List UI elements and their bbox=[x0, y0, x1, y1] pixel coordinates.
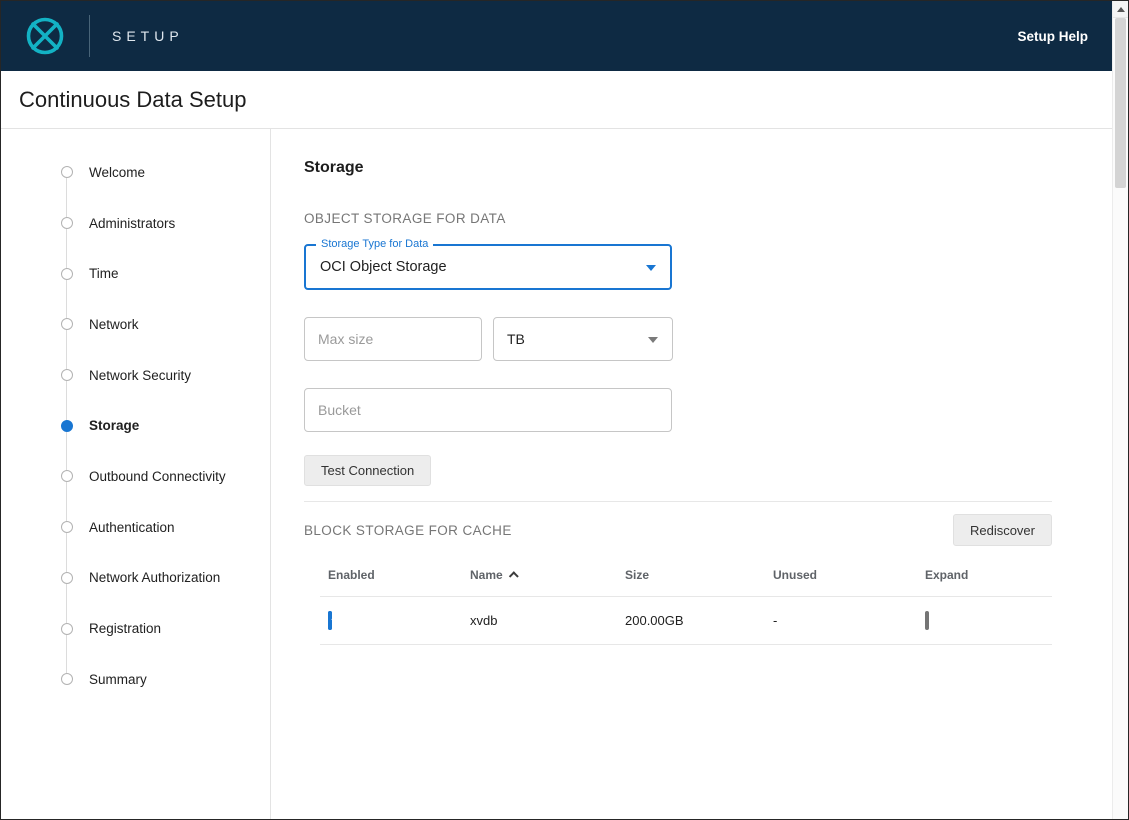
step-dot-icon bbox=[61, 673, 73, 686]
app-window: SETUP Setup Help Continuous Data Setup W… bbox=[0, 0, 1129, 820]
size-unit-value: TB bbox=[507, 331, 525, 347]
topbar-divider bbox=[89, 15, 90, 57]
step-label: Summary bbox=[89, 671, 147, 687]
chevron-down-icon bbox=[648, 337, 658, 343]
max-size-input[interactable] bbox=[304, 317, 482, 361]
step-dot-icon bbox=[61, 369, 73, 382]
chevron-down-icon bbox=[646, 265, 656, 271]
stepper-item-network-security[interactable]: Network Security bbox=[1, 350, 270, 401]
step-label: Network Authorization bbox=[89, 570, 221, 586]
step-label: Registration bbox=[89, 621, 162, 637]
test-connection-button[interactable]: Test Connection bbox=[304, 455, 432, 486]
step-label: Authentication bbox=[89, 519, 175, 535]
rediscover-button[interactable]: Rediscover bbox=[952, 514, 1052, 546]
cell-unused: - bbox=[773, 596, 925, 645]
step-dot-icon bbox=[61, 166, 73, 179]
table-row: xvdb 200.00GB - bbox=[320, 596, 1052, 645]
setup-help-link[interactable]: Setup Help bbox=[1017, 29, 1088, 44]
panel-title: Storage bbox=[304, 159, 364, 176]
step-label: Welcome bbox=[89, 164, 146, 180]
storage-type-value: OCI Object Storage bbox=[320, 259, 447, 275]
stepper-item-welcome[interactable]: Welcome bbox=[1, 147, 270, 198]
step-dot-icon bbox=[61, 571, 73, 584]
column-header-size[interactable]: Size bbox=[625, 558, 773, 597]
vertical-scrollbar[interactable] bbox=[1112, 1, 1128, 819]
step-dot-icon bbox=[61, 267, 73, 280]
storage-panel: Storage OBJECT STORAGE FOR DATA Storage … bbox=[271, 129, 1112, 819]
sort-ascending-icon bbox=[508, 571, 519, 582]
page-body: Welcome Administrators Time Network Netw… bbox=[1, 129, 1112, 819]
scrollbar-thumb[interactable] bbox=[1115, 18, 1126, 188]
page-title: Continuous Data Setup bbox=[19, 86, 247, 112]
block-storage-section-label: BLOCK STORAGE FOR CACHE bbox=[304, 522, 512, 538]
scroll-up-icon bbox=[1116, 6, 1125, 12]
enabled-checkbox[interactable] bbox=[328, 611, 332, 630]
expand-checkbox[interactable] bbox=[925, 611, 929, 630]
section-divider bbox=[304, 501, 1052, 502]
setup-stepper: Welcome Administrators Time Network Netw… bbox=[1, 129, 271, 819]
step-dot-icon bbox=[61, 521, 73, 534]
block-storage-section-header: BLOCK STORAGE FOR CACHE Rediscover bbox=[304, 514, 1052, 546]
block-storage-table: Enabled Name Size Unused Expand xvdb 200… bbox=[320, 558, 1052, 645]
delphix-logo-icon bbox=[15, 12, 75, 60]
app-name: SETUP bbox=[112, 28, 184, 44]
cell-name: xvdb bbox=[470, 596, 625, 645]
table-header-row: Enabled Name Size Unused Expand bbox=[320, 558, 1052, 597]
column-header-unused[interactable]: Unused bbox=[773, 558, 925, 597]
cell-size: 200.00GB bbox=[625, 596, 773, 645]
bucket-input[interactable] bbox=[304, 388, 672, 432]
column-header-name[interactable]: Name bbox=[470, 558, 625, 597]
step-dot-icon bbox=[61, 470, 73, 483]
content-area: SETUP Setup Help Continuous Data Setup W… bbox=[1, 1, 1112, 819]
step-dot-icon bbox=[61, 622, 73, 635]
step-label: Network bbox=[89, 316, 139, 332]
step-label: Network Security bbox=[89, 367, 192, 383]
stepper-item-administrators[interactable]: Administrators bbox=[1, 198, 270, 249]
column-header-name-label: Name bbox=[470, 568, 503, 582]
stepper-item-authentication[interactable]: Authentication bbox=[1, 502, 270, 553]
topbar: SETUP Setup Help bbox=[1, 1, 1112, 71]
stepper-item-network-authorization[interactable]: Network Authorization bbox=[1, 553, 270, 604]
page-header: Continuous Data Setup bbox=[1, 71, 1112, 129]
max-size-row: TB bbox=[304, 317, 1052, 361]
stepper-item-outbound-connectivity[interactable]: Outbound Connectivity bbox=[1, 451, 270, 502]
column-header-enabled[interactable]: Enabled bbox=[320, 558, 470, 597]
step-dot-icon bbox=[61, 318, 73, 331]
size-unit-select[interactable]: TB bbox=[493, 317, 673, 361]
column-header-expand[interactable]: Expand bbox=[925, 558, 1052, 597]
storage-type-label: Storage Type for Data bbox=[316, 238, 434, 250]
stepper-item-network[interactable]: Network bbox=[1, 299, 270, 350]
step-dot-icon bbox=[61, 419, 73, 432]
stepper-item-storage[interactable]: Storage bbox=[1, 400, 270, 451]
object-storage-section-label: OBJECT STORAGE FOR DATA bbox=[304, 211, 506, 226]
scrollbar-up-button[interactable] bbox=[1113, 1, 1128, 18]
stepper-item-registration[interactable]: Registration bbox=[1, 603, 270, 654]
stepper-item-summary[interactable]: Summary bbox=[1, 654, 270, 705]
step-label: Outbound Connectivity bbox=[89, 468, 226, 484]
step-label: Time bbox=[89, 266, 119, 282]
step-label: Administrators bbox=[89, 215, 176, 231]
storage-type-select[interactable]: Storage Type for Data OCI Object Storage bbox=[304, 238, 672, 290]
stepper-item-time[interactable]: Time bbox=[1, 248, 270, 299]
step-label: Storage bbox=[89, 418, 140, 434]
step-dot-icon bbox=[61, 217, 73, 230]
